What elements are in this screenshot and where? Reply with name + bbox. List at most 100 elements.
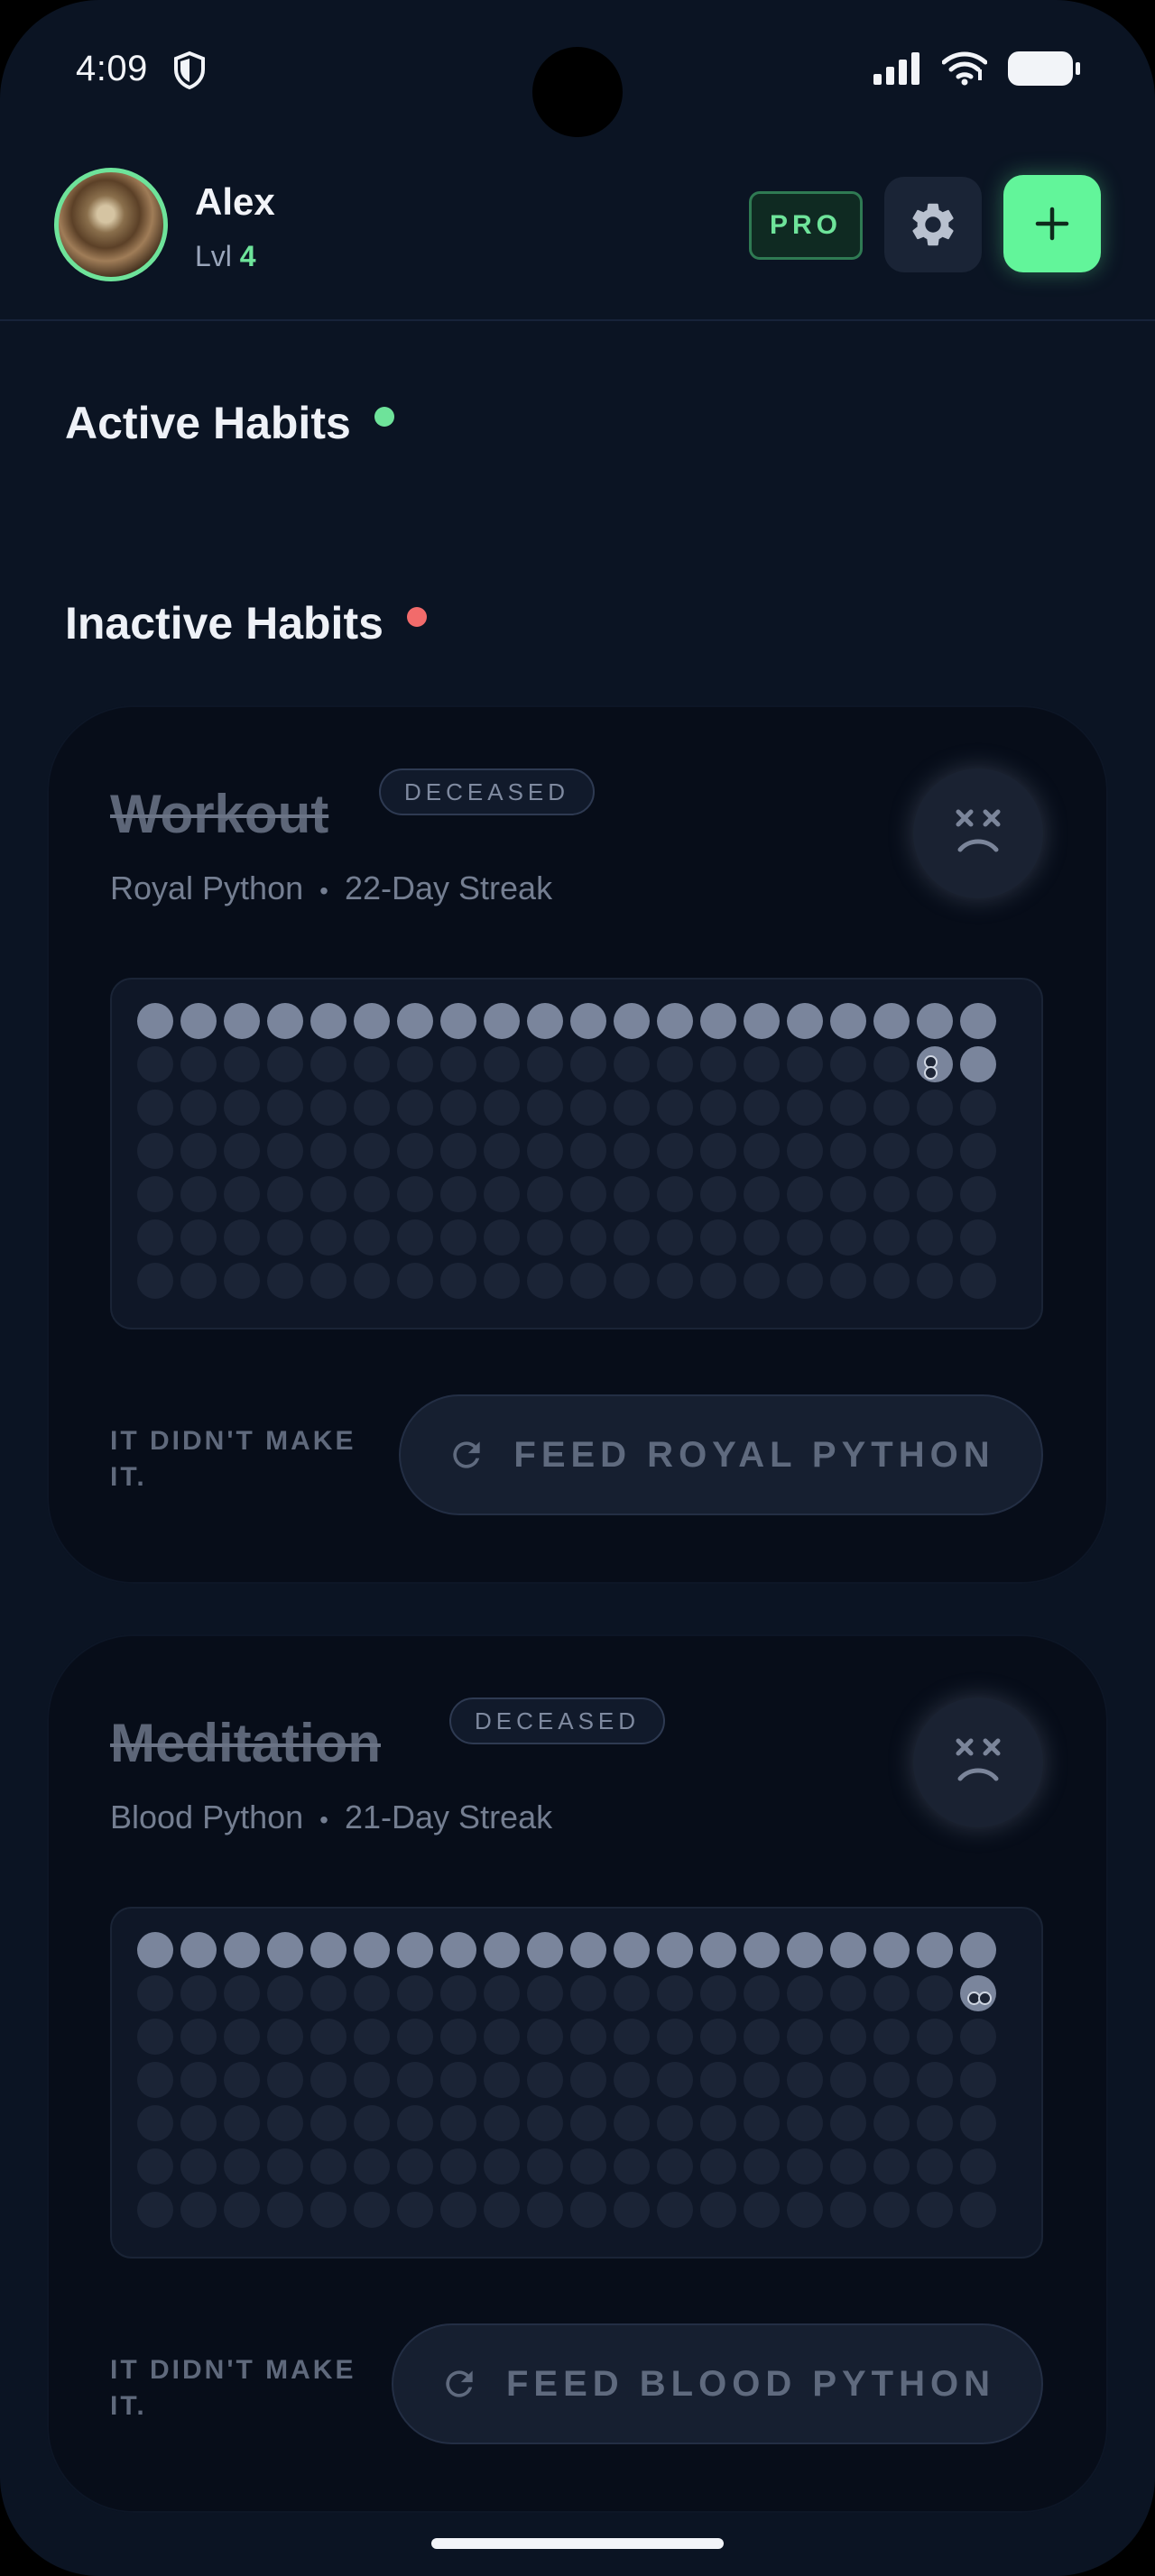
streak-day-empty bbox=[700, 1219, 736, 1256]
streak-day-empty bbox=[614, 2062, 650, 2098]
streak-day-empty bbox=[570, 2105, 606, 2141]
streak-day-empty bbox=[614, 1975, 650, 2011]
home-indicator[interactable] bbox=[431, 2538, 724, 2549]
streak-day-empty bbox=[354, 2192, 390, 2228]
streak-day-empty bbox=[354, 1133, 390, 1169]
streak-day-empty bbox=[224, 2105, 260, 2141]
streak-day-empty bbox=[960, 1090, 996, 1126]
streak-day-empty bbox=[224, 2062, 260, 2098]
streak-day-empty bbox=[224, 2019, 260, 2055]
streak-day-empty bbox=[527, 2148, 563, 2185]
gear-icon bbox=[912, 203, 954, 246]
streak-day-filled bbox=[873, 1003, 910, 1039]
streak-day-filled bbox=[527, 1003, 563, 1039]
streak-day-empty bbox=[614, 2192, 650, 2228]
streak-day-filled bbox=[960, 1003, 996, 1039]
streak-day-empty bbox=[700, 2062, 736, 2098]
streak-day-empty bbox=[354, 1176, 390, 1212]
streak-day-empty bbox=[397, 2019, 433, 2055]
streak-day-empty bbox=[354, 2105, 390, 2141]
streak-day-filled bbox=[180, 1003, 217, 1039]
streak-day-empty bbox=[440, 1219, 476, 1256]
streak-day-filled bbox=[830, 1932, 866, 1968]
streak-day-empty bbox=[917, 1090, 953, 1126]
streak-day-empty bbox=[830, 1046, 866, 1082]
streak-day-empty bbox=[527, 2019, 563, 2055]
streak-day-empty bbox=[397, 1263, 433, 1299]
streak-day-filled bbox=[744, 1932, 780, 1968]
streak-day-empty bbox=[354, 2019, 390, 2055]
streak-day-empty bbox=[787, 2019, 823, 2055]
streak-day-empty bbox=[700, 1263, 736, 1299]
pro-badge[interactable]: PRO bbox=[749, 191, 863, 260]
streak-day-empty bbox=[744, 1975, 780, 2011]
streak-day-empty bbox=[310, 1090, 346, 1126]
streak-day-empty bbox=[570, 2192, 606, 2228]
streak-day-empty bbox=[224, 2148, 260, 2185]
habit-card-meditation[interactable]: Meditation DECEASED Blood Python • 21-Da… bbox=[47, 1634, 1108, 2513]
streak-day-empty bbox=[354, 2148, 390, 2185]
streak-day-filled bbox=[614, 1003, 650, 1039]
streak-day-empty bbox=[527, 1975, 563, 2011]
streak-day-empty bbox=[354, 1090, 390, 1126]
streak-day-empty bbox=[354, 1219, 390, 1256]
streak-day-empty bbox=[484, 2019, 520, 2055]
grid-row bbox=[137, 1133, 1041, 1169]
streak-day-empty bbox=[917, 2105, 953, 2141]
streak-day-empty bbox=[614, 1176, 650, 1212]
streak-day-empty bbox=[310, 2105, 346, 2141]
separator-dot: • bbox=[319, 877, 328, 905]
streak-day-empty bbox=[180, 1219, 217, 1256]
grid-row bbox=[137, 1176, 1041, 1212]
streak-day-empty bbox=[224, 1263, 260, 1299]
streak-day-empty bbox=[614, 1219, 650, 1256]
feed-blood-python-button[interactable]: FEED BLOOD PYTHON bbox=[392, 2323, 1043, 2444]
streak-day-empty bbox=[657, 1975, 693, 2011]
streak-day-filled bbox=[354, 1932, 390, 1968]
grid-row bbox=[137, 1046, 1041, 1082]
streak-day-filled bbox=[440, 1003, 476, 1039]
add-habit-button[interactable] bbox=[1003, 175, 1101, 272]
streak-day-empty bbox=[527, 1046, 563, 1082]
streak-day-empty bbox=[830, 2019, 866, 2055]
streak-day-empty bbox=[440, 1263, 476, 1299]
streak-day-filled bbox=[787, 1932, 823, 1968]
level-label: Lvl bbox=[195, 240, 232, 272]
streak-day-empty bbox=[960, 2019, 996, 2055]
streak-day-empty bbox=[744, 1133, 780, 1169]
streak-day-empty bbox=[960, 1219, 996, 1256]
streak-day-empty bbox=[744, 2192, 780, 2228]
streak-day-empty bbox=[224, 1176, 260, 1212]
avatar[interactable] bbox=[54, 168, 168, 281]
streak-day-empty bbox=[267, 2062, 303, 2098]
streak-day-empty bbox=[873, 1090, 910, 1126]
streak-day-empty bbox=[397, 2192, 433, 2228]
active-indicator-dot bbox=[374, 407, 394, 427]
battery-icon bbox=[1008, 51, 1080, 86]
streak-day-empty bbox=[310, 2192, 346, 2228]
streak-day-empty bbox=[527, 2105, 563, 2141]
streak-day-empty bbox=[137, 1263, 173, 1299]
habit-card-workout[interactable]: Workout DECEASED Royal Python • 22-Day S… bbox=[47, 705, 1108, 1584]
settings-button[interactable] bbox=[884, 177, 982, 272]
feed-royal-python-button[interactable]: FEED ROYAL PYTHON bbox=[399, 1394, 1043, 1515]
streak-day-filled bbox=[700, 1003, 736, 1039]
streak-day-empty bbox=[397, 2062, 433, 2098]
streak-day-empty bbox=[744, 2062, 780, 2098]
streak-day-empty bbox=[657, 1046, 693, 1082]
streak-day-empty bbox=[657, 1176, 693, 1212]
streak-day-empty bbox=[354, 1975, 390, 2011]
streak-day-empty bbox=[960, 1263, 996, 1299]
streak-day-empty bbox=[787, 1176, 823, 1212]
status-message-line2: IT. bbox=[110, 1462, 147, 1492]
streak-day-empty bbox=[787, 1263, 823, 1299]
streak-day-empty bbox=[614, 1046, 650, 1082]
streak-day-empty bbox=[917, 2062, 953, 2098]
streak-day-filled bbox=[354, 1003, 390, 1039]
streak-day-empty bbox=[397, 1975, 433, 2011]
streak-day-empty bbox=[267, 1263, 303, 1299]
streak-day-filled bbox=[700, 1932, 736, 1968]
streak-day-empty bbox=[830, 1090, 866, 1126]
streak-day-empty bbox=[614, 1263, 650, 1299]
streak-day-empty bbox=[700, 1090, 736, 1126]
